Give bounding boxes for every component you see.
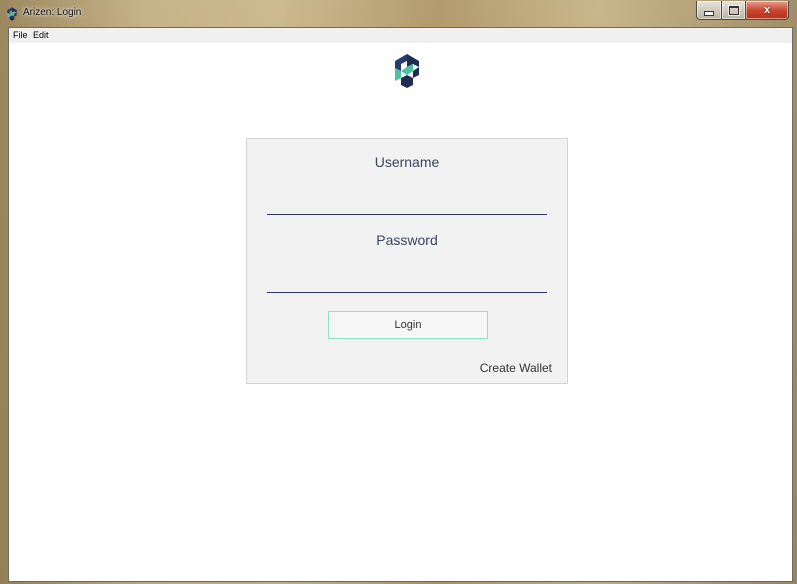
maximize-button[interactable] [722, 1, 746, 20]
maximize-icon [728, 5, 739, 15]
caption-buttons: x [696, 1, 789, 20]
username-input[interactable] [267, 191, 547, 215]
arizen-logo-icon [395, 54, 419, 88]
minimize-icon [704, 10, 714, 16]
close-button[interactable]: x [746, 1, 789, 20]
login-card: Username Password Login Create Wallet [246, 138, 568, 384]
menu-edit[interactable]: Edit [31, 30, 51, 41]
close-icon: x [763, 4, 771, 16]
window-title: Arizen: Login [23, 7, 82, 18]
client-area: File Edit Username Password Login Create… [8, 27, 793, 582]
title-bar[interactable]: Arizen: Login x [0, 0, 797, 27]
minimize-button[interactable] [696, 1, 722, 20]
window-frame: Arizen: Login x File Edit Username Passw… [0, 0, 797, 584]
username-label: Username [374, 154, 440, 170]
app-icon [7, 7, 17, 21]
create-wallet-link[interactable]: Create Wallet [480, 361, 552, 375]
menu-file[interactable]: File [11, 30, 30, 41]
password-label: Password [376, 232, 438, 248]
password-input[interactable] [267, 269, 547, 293]
login-button[interactable]: Login [328, 311, 488, 339]
menu-bar: File Edit [9, 28, 792, 43]
